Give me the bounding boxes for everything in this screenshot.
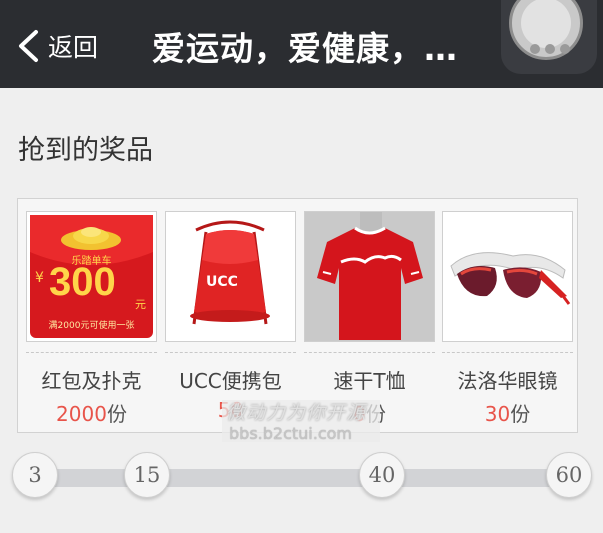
prize-count: 30份: [484, 402, 531, 426]
milestone-node[interactable]: 3: [12, 452, 58, 498]
back-arrow-icon: [19, 30, 38, 62]
watermark-url: bbs.b2ctui.com: [229, 424, 352, 443]
prize-divider: [442, 352, 573, 353]
page-title: 爱运动，爱健康，…: [152, 29, 458, 68]
prize-name: 法洛华眼镜: [457, 369, 558, 393]
prize-item-red-envelope[interactable]: 乐踏单车 ¥ 300 元 满2000元可使用一张 红包及扑克 2000份: [26, 211, 157, 427]
prize-name: 速干T恤: [333, 369, 406, 393]
envelope-note: 满2000元可使用一张: [48, 321, 135, 331]
prize-name: 红包及扑克: [41, 369, 142, 393]
envelope-yuan: 元: [135, 298, 146, 311]
back-label: 返回: [48, 33, 99, 62]
bag-brand: UCC: [206, 274, 238, 290]
prize-item-ucc-bag[interactable]: UCC UCC便携包 50: [165, 211, 296, 422]
section-title: 抢到的奖品: [18, 135, 153, 166]
ucc-bag-image: UCC: [165, 211, 296, 342]
red-envelope-image: 乐踏单车 ¥ 300 元 满2000元可使用一张: [26, 211, 157, 342]
sunglasses-image: [442, 211, 573, 342]
prize-item-sunglasses[interactable]: 法洛华眼镜 30份: [442, 211, 573, 427]
milestone-node[interactable]: 60: [546, 452, 592, 498]
tshirt-image: [304, 211, 435, 342]
back-button[interactable]: 返回: [16, 26, 98, 66]
envelope-amount: 300: [49, 260, 116, 304]
prize-count: 2000份: [56, 402, 127, 426]
milestone-node[interactable]: 40: [359, 452, 405, 498]
more-dots-icon[interactable]: [530, 44, 570, 54]
prize-divider: [165, 352, 296, 353]
milestone-node[interactable]: 15: [124, 452, 170, 498]
prize-name: UCC便携包: [179, 369, 282, 393]
prize-divider: [304, 352, 435, 353]
prize-divider: [26, 352, 157, 353]
envelope-yen: ¥: [35, 270, 44, 286]
progress-track: [30, 469, 578, 487]
watermark-text: 微动力为你开源: [226, 402, 367, 424]
prize-item-tshirt[interactable]: 速干T恤 0份: [304, 211, 435, 427]
